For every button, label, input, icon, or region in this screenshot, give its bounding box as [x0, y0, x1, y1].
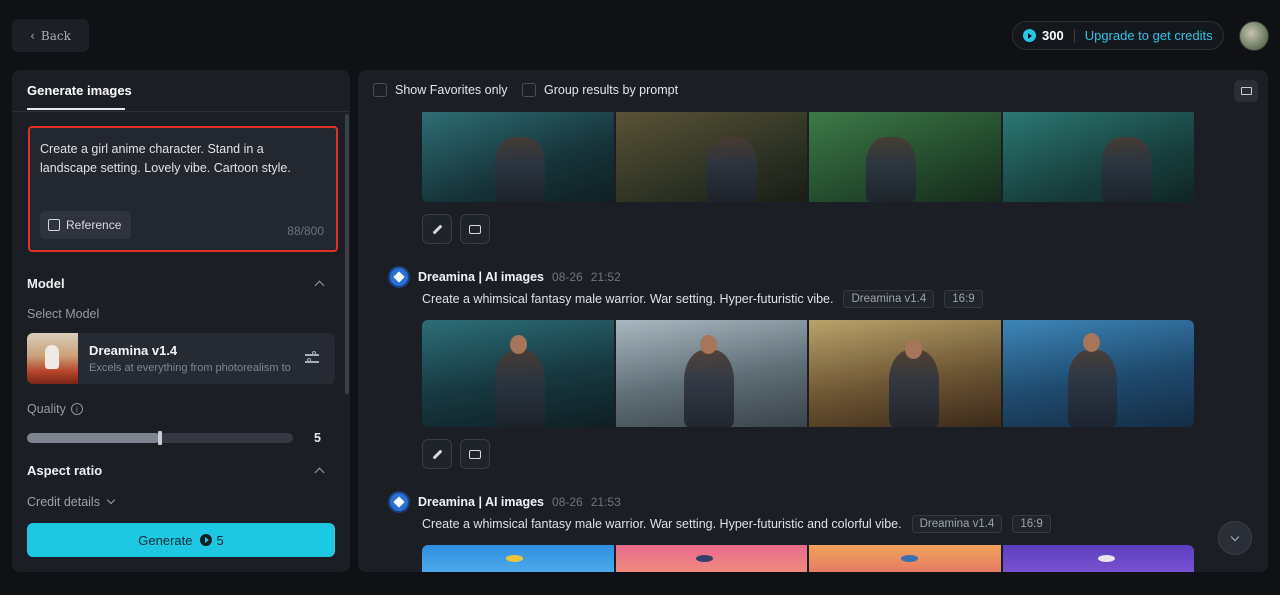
group-results-checkbox[interactable] — [522, 83, 536, 97]
quality-value: 5 — [314, 431, 321, 445]
reference-button[interactable]: Reference — [40, 211, 131, 239]
entry-prompt: Create a whimsical fantasy male warrior.… — [422, 292, 834, 306]
divider — [1073, 28, 1075, 43]
generated-image[interactable] — [1002, 112, 1194, 202]
generated-image[interactable] — [615, 545, 807, 572]
model-tag: Dreamina v1.4 — [843, 290, 935, 308]
folder-icon — [1240, 87, 1252, 95]
scroll-down-button[interactable] — [1218, 521, 1252, 555]
generated-image[interactable] — [809, 545, 1001, 572]
aspect-ratio-title: Aspect ratio — [27, 463, 103, 478]
entry-header: Dreamina | AI images 08-26 21:52 — [388, 266, 621, 288]
model-description: Excels at everything from photorealism t… — [89, 362, 294, 374]
credit-details-toggle[interactable]: Credit details — [27, 495, 116, 509]
quality-label: Quality — [27, 402, 66, 416]
generated-image[interactable] — [615, 320, 807, 427]
image-grid — [422, 112, 1194, 202]
generated-image[interactable] — [615, 112, 807, 202]
show-favorites-checkbox[interactable] — [373, 83, 387, 97]
regenerate-icon — [469, 224, 481, 234]
chevron-up-icon[interactable] — [314, 467, 325, 478]
settings-sliders-icon[interactable] — [305, 351, 319, 365]
reference-label: Reference — [66, 218, 122, 232]
prompt-text[interactable]: Create a girl anime character. Stand in … — [40, 140, 310, 178]
generate-panel: Generate images Create a girl anime char… — [12, 70, 350, 572]
entry-time: 21:53 — [590, 495, 621, 509]
reference-image-icon — [48, 219, 60, 231]
active-tab-indicator — [27, 108, 125, 110]
back-label: Back — [40, 28, 71, 43]
results-panel: Show Favorites only Group results by pro… — [358, 70, 1268, 572]
image-grid — [422, 545, 1194, 572]
credits-amount: 300 — [1042, 28, 1064, 43]
model-selector[interactable]: Dreamina v1.4 Excels at everything from … — [27, 333, 335, 384]
chevron-down-icon — [106, 495, 116, 505]
panel-scrollbar[interactable] — [345, 114, 349, 394]
entry-source: Dreamina | AI images — [418, 495, 545, 509]
ratio-tag: 16:9 — [944, 290, 983, 308]
dreamina-logo-icon — [388, 266, 410, 288]
select-model-label: Select Model — [27, 307, 100, 321]
upgrade-link[interactable]: Upgrade to get credits — [1085, 28, 1213, 43]
chevron-down-icon — [1230, 532, 1240, 541]
model-tag: Dreamina v1.4 — [911, 515, 1003, 533]
show-favorites-label: Show Favorites only — [395, 83, 508, 97]
credits-pill[interactable]: 300 Upgrade to get credits — [1012, 21, 1224, 50]
credit-coin-icon — [200, 534, 213, 546]
model-thumbnail — [27, 333, 78, 384]
generated-image[interactable] — [1002, 320, 1194, 427]
dreamina-logo-icon — [388, 491, 410, 513]
entry-source: Dreamina | AI images — [418, 270, 545, 284]
tab-generate-images[interactable]: Generate images — [27, 83, 132, 98]
prompt-input[interactable]: Create a girl anime character. Stand in … — [28, 126, 338, 252]
model-section-title: Model — [27, 276, 65, 291]
quality-slider-fill — [27, 433, 160, 443]
generated-image[interactable] — [422, 320, 614, 427]
show-favorites-toggle[interactable]: Show Favorites only — [373, 83, 508, 97]
char-count: 88/800 — [287, 224, 324, 238]
entry-prompt-row: Create a whimsical fantasy male warrior.… — [422, 290, 983, 308]
credit-details-label: Credit details — [27, 495, 100, 509]
entry-header: Dreamina | AI images 08-26 21:53 — [388, 491, 621, 513]
image-grid — [422, 320, 1194, 427]
model-name: Dreamina v1.4 — [89, 343, 178, 358]
generated-image[interactable] — [809, 112, 1001, 202]
quality-slider-handle[interactable] — [158, 431, 162, 445]
generate-button[interactable]: Generate 5 — [27, 523, 335, 557]
entry-date: 08-26 — [552, 270, 583, 284]
info-icon[interactable]: i — [70, 403, 83, 415]
chevron-up-icon[interactable] — [314, 280, 325, 291]
generated-image[interactable] — [809, 320, 1001, 427]
regenerate-button[interactable] — [460, 214, 490, 244]
back-button[interactable]: ‹ Back — [12, 19, 89, 52]
regenerate-icon — [469, 449, 481, 459]
group-results-toggle[interactable]: Group results by prompt — [522, 83, 678, 97]
generated-image[interactable] — [422, 545, 614, 572]
quality-slider[interactable] — [27, 431, 293, 445]
credit-coin-icon — [1023, 29, 1036, 42]
entry-prompt-row: Create a whimsical fantasy male warrior.… — [422, 515, 1051, 533]
group-results-label: Group results by prompt — [544, 83, 679, 97]
generated-image[interactable] — [422, 112, 614, 202]
folder-button[interactable] — [1234, 80, 1258, 102]
chevron-left-icon: ‹ — [30, 28, 35, 43]
avatar[interactable] — [1239, 21, 1269, 51]
entry-prompt: Create a whimsical fantasy male warrior.… — [422, 517, 902, 531]
generate-label: Generate — [138, 532, 193, 548]
entry-time: 21:52 — [590, 270, 621, 284]
regenerate-button[interactable] — [460, 439, 490, 469]
edit-button[interactable] — [422, 214, 452, 244]
quality-label-row: Quality i — [27, 402, 83, 416]
entry-date: 08-26 — [552, 495, 583, 509]
edit-pencil-icon — [432, 449, 442, 459]
edit-button[interactable] — [422, 439, 452, 469]
divider — [12, 111, 350, 112]
edit-pencil-icon — [432, 224, 442, 234]
generated-image[interactable] — [1002, 545, 1194, 572]
generate-cost: 5 — [216, 532, 224, 548]
ratio-tag: 16:9 — [1012, 515, 1051, 533]
